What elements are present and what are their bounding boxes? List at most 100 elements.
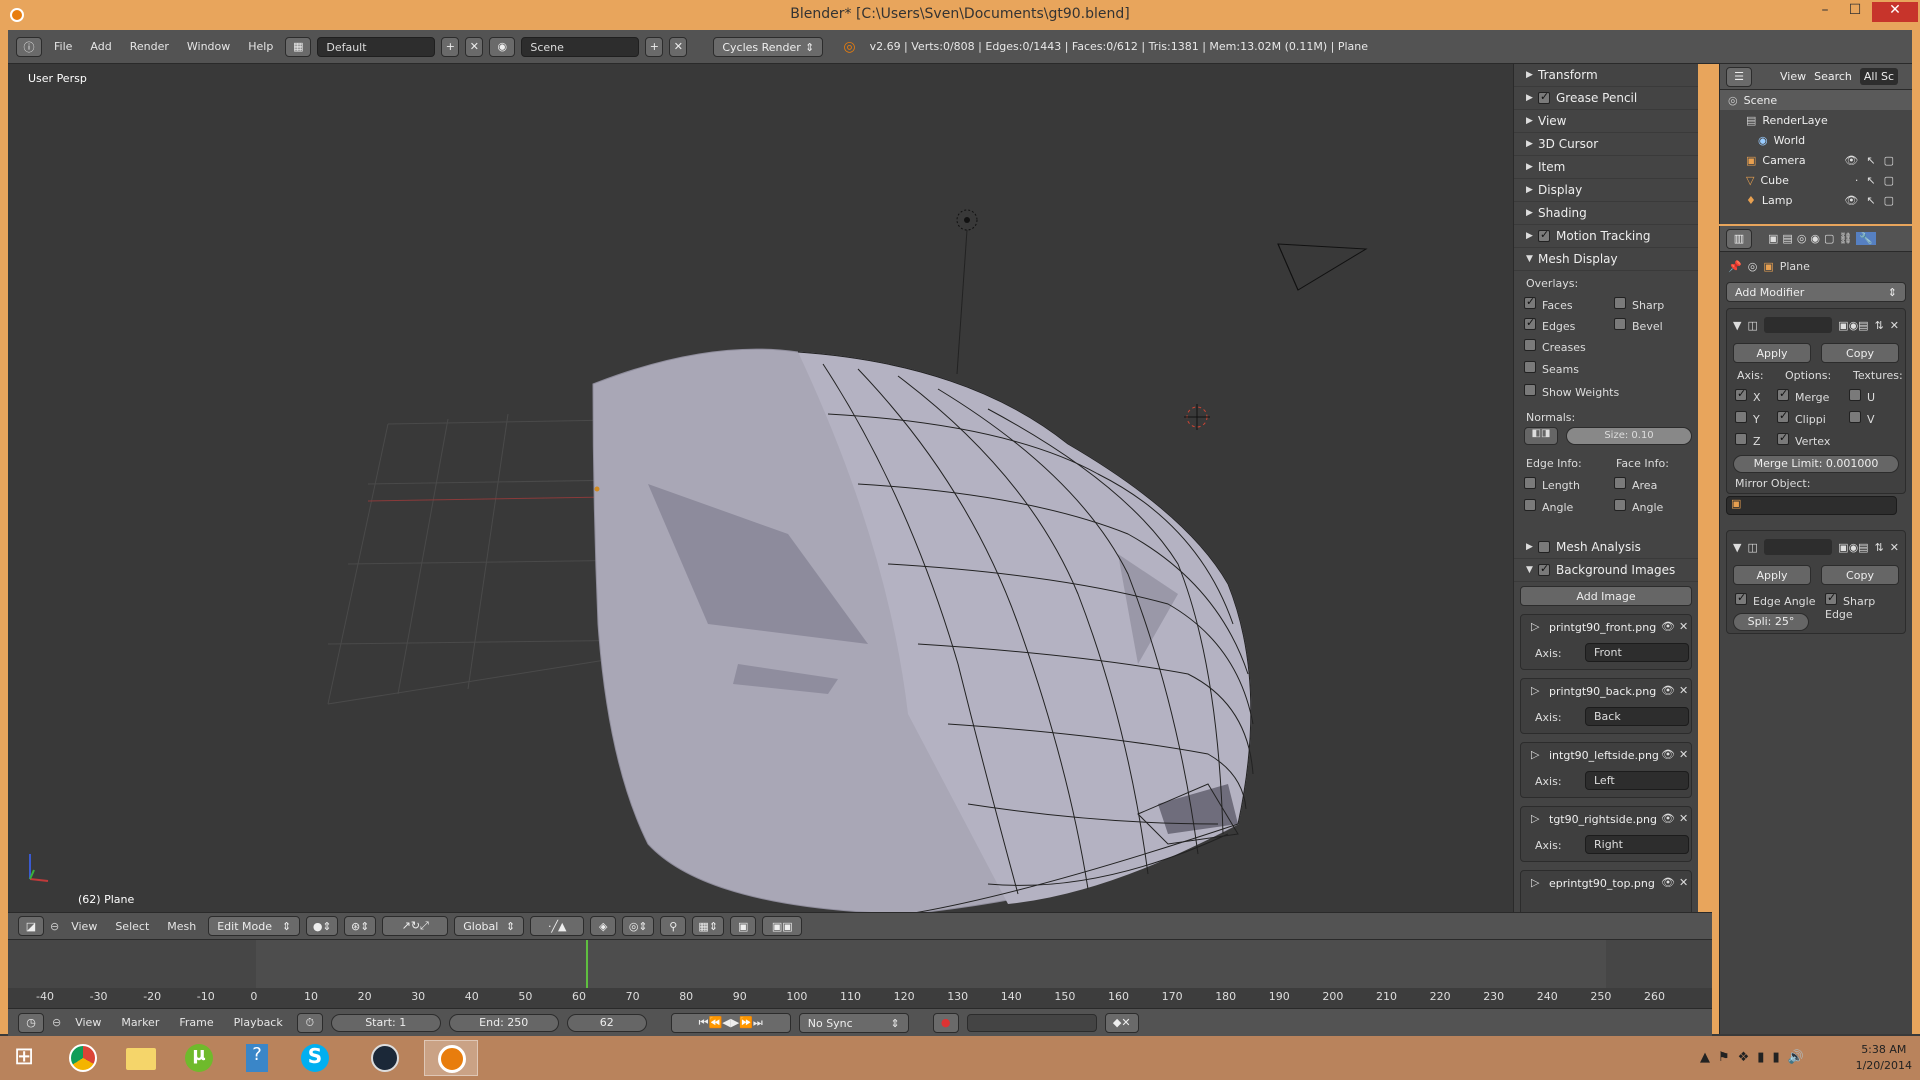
keying-set-field[interactable]	[966, 1013, 1097, 1032]
section-3d-cursor[interactable]: ▶ 3D Cursor	[1514, 133, 1698, 156]
layers-tab-icon[interactable]: ▤	[1782, 232, 1792, 245]
outliner-item-camera[interactable]: ▣ Camera 👁↖▢	[1720, 150, 1912, 170]
checkbox[interactable]	[1735, 387, 1747, 401]
motion-tracking-checkbox[interactable]	[1538, 228, 1550, 242]
menu-marker[interactable]: Marker	[115, 1016, 165, 1029]
lamp-object[interactable]	[956, 209, 978, 375]
remove-icon[interactable]: ✕	[1679, 876, 1688, 889]
checkbox[interactable]	[1777, 387, 1789, 401]
modifier-tab-icon[interactable]: 🔧	[1856, 232, 1877, 245]
render-engine-dropdown[interactable]: Cycles Render ⇕	[713, 36, 824, 57]
visibility-icons[interactable]: 👁↖▢	[1844, 194, 1902, 207]
remove-scene-icon[interactable]: ✕	[669, 36, 688, 57]
eye-icon[interactable]: 👁	[1661, 620, 1675, 633]
sync-mode-dropdown[interactable]: No Sync ⇕	[798, 1012, 909, 1033]
visibility-icons[interactable]: 👁↖▢	[1844, 154, 1902, 167]
mirror-object-field[interactable]: ▣	[1726, 496, 1897, 515]
menu-window[interactable]: Window	[181, 40, 236, 53]
3d-viewport[interactable]: User Persp (62) Plane	[8, 64, 1513, 912]
preview-range-icon[interactable]: ⏱	[296, 1012, 323, 1033]
sharp-edge-toggle[interactable]: Sharp Edge	[1825, 591, 1905, 621]
split-angle-field[interactable]: Spli: 25°	[1733, 613, 1809, 631]
section-mesh-display[interactable]: ▼ Mesh Display	[1514, 248, 1698, 271]
eye-icon[interactable]: 👁	[1661, 812, 1675, 825]
menu-render[interactable]: Render	[124, 40, 175, 53]
checkbox[interactable]	[1849, 389, 1861, 401]
render-tab-icon[interactable]: ▣	[1768, 232, 1778, 245]
playback-controls-icons[interactable]: ⏮⏪◀▶⏩⏭	[670, 1012, 791, 1033]
constraints-tab-icon[interactable]: ⛓	[1838, 232, 1852, 245]
utorrent-taskbar-button[interactable]: µ	[172, 1040, 226, 1076]
help-taskbar-button[interactable]: ?	[230, 1040, 284, 1076]
mirror-option-vertex[interactable]: Vertex	[1777, 431, 1830, 448]
screen-layout-field[interactable]: Default	[317, 36, 436, 57]
close-button[interactable]: ✕	[1872, 2, 1918, 22]
file-explorer-taskbar-button[interactable]	[114, 1040, 168, 1076]
transform-manipulator-icons[interactable]: ↗↻⤢	[382, 916, 449, 936]
mirror-axis-y[interactable]: Y	[1735, 411, 1760, 426]
remove-layout-icon[interactable]: ✕	[465, 36, 484, 57]
menu-select[interactable]: Select	[109, 920, 155, 933]
outliner-item-scene[interactable]: ◎ Scene	[1720, 90, 1912, 110]
remove-icon[interactable]: ✕	[1679, 812, 1688, 825]
menu-frame[interactable]: Frame	[173, 1016, 219, 1029]
expand-triangle-icon[interactable]: ▷	[1531, 748, 1539, 761]
section-transform[interactable]: ▶ Transform	[1514, 64, 1698, 87]
background-images-checkbox[interactable]	[1538, 562, 1550, 576]
editor-type-icon[interactable]: ▥	[1726, 228, 1752, 249]
normals-size-field[interactable]: Size: 0.10	[1566, 427, 1692, 445]
expand-triangle-icon[interactable]: ▷	[1531, 876, 1539, 889]
mirror-texture-u[interactable]: U	[1849, 389, 1875, 404]
normals-toggle-icons[interactable]: ◧◨	[1524, 427, 1558, 445]
proportional-editing-icon[interactable]: ◎⇕	[622, 916, 655, 936]
copy-button[interactable]: Copy	[1821, 343, 1899, 363]
timeline[interactable]: -40 -30 -20 -10 0 10 20 30 40 50 60 70 80 90 100 110 120…	[8, 940, 1712, 1008]
checkbox[interactable]	[1524, 295, 1536, 309]
outliner-view-menu[interactable]: View	[1780, 70, 1806, 83]
menu-file[interactable]: File	[48, 40, 78, 53]
menu-add[interactable]: Add	[84, 40, 117, 53]
opengl-render-icon[interactable]: ▣	[730, 916, 757, 936]
collapse-menu-icon[interactable]: ⊖	[50, 920, 59, 933]
grease-pencil-checkbox[interactable]	[1538, 90, 1550, 104]
modifier-display-icons[interactable]: ▣◉▤	[1838, 319, 1868, 332]
outliner-filter[interactable]: All Sc	[1859, 68, 1899, 85]
modifier-name-field[interactable]	[1763, 317, 1833, 333]
face-info-area[interactable]: Area	[1614, 477, 1657, 492]
checkbox[interactable]	[1735, 591, 1747, 605]
outliner-item-renderlayers[interactable]: ▤ RenderLaye	[1720, 110, 1912, 130]
end-frame-field[interactable]: End: 250	[448, 1013, 559, 1032]
overlay-creases[interactable]: Creases	[1524, 339, 1586, 354]
outliner-item-world[interactable]: ◉ World	[1720, 130, 1912, 150]
checkbox[interactable]	[1849, 411, 1861, 423]
pin-icon[interactable]: 📌	[1728, 260, 1742, 273]
checkbox[interactable]	[1524, 339, 1536, 351]
mode-dropdown[interactable]: Edit Mode ⇕	[208, 916, 301, 936]
axis-dropdown[interactable]: Right	[1585, 835, 1689, 854]
steam-taskbar-button[interactable]	[358, 1040, 412, 1076]
checkbox[interactable]	[1524, 477, 1536, 489]
mirror-option-clipping[interactable]: Clippi	[1777, 409, 1826, 426]
system-tray-icons[interactable]: ▲⚑❖▮▮🔊	[1700, 1050, 1812, 1065]
axis-dropdown[interactable]: Front	[1585, 643, 1689, 662]
axis-dropdown[interactable]: Back	[1585, 707, 1689, 726]
checkbox[interactable]	[1614, 297, 1626, 309]
add-image-button[interactable]: Add Image	[1520, 586, 1692, 606]
checkbox[interactable]	[1524, 361, 1536, 373]
maximize-button[interactable]: ☐	[1840, 2, 1870, 22]
remove-modifier-icon[interactable]: ✕	[1890, 319, 1899, 332]
viewport-shading-icon[interactable]: ●⇕	[306, 916, 339, 936]
face-info-angle[interactable]: Angle	[1614, 499, 1663, 514]
collapse-menu-icon[interactable]: ⊖	[52, 1016, 61, 1029]
current-frame-field[interactable]: 62	[566, 1013, 647, 1032]
apply-button[interactable]: Apply	[1733, 565, 1811, 585]
chrome-taskbar-button[interactable]	[56, 1040, 110, 1076]
move-up-down-icons[interactable]: ⇅	[1875, 541, 1884, 554]
remove-icon[interactable]: ✕	[1679, 684, 1688, 697]
overlay-seams[interactable]: Seams	[1524, 361, 1579, 376]
edge-info-angle[interactable]: Angle	[1524, 499, 1573, 514]
menu-mesh[interactable]: Mesh	[161, 920, 202, 933]
menu-help[interactable]: Help	[242, 40, 279, 53]
overlay-bevel[interactable]: Bevel	[1614, 318, 1663, 333]
edge-info-length[interactable]: Length	[1524, 477, 1580, 492]
